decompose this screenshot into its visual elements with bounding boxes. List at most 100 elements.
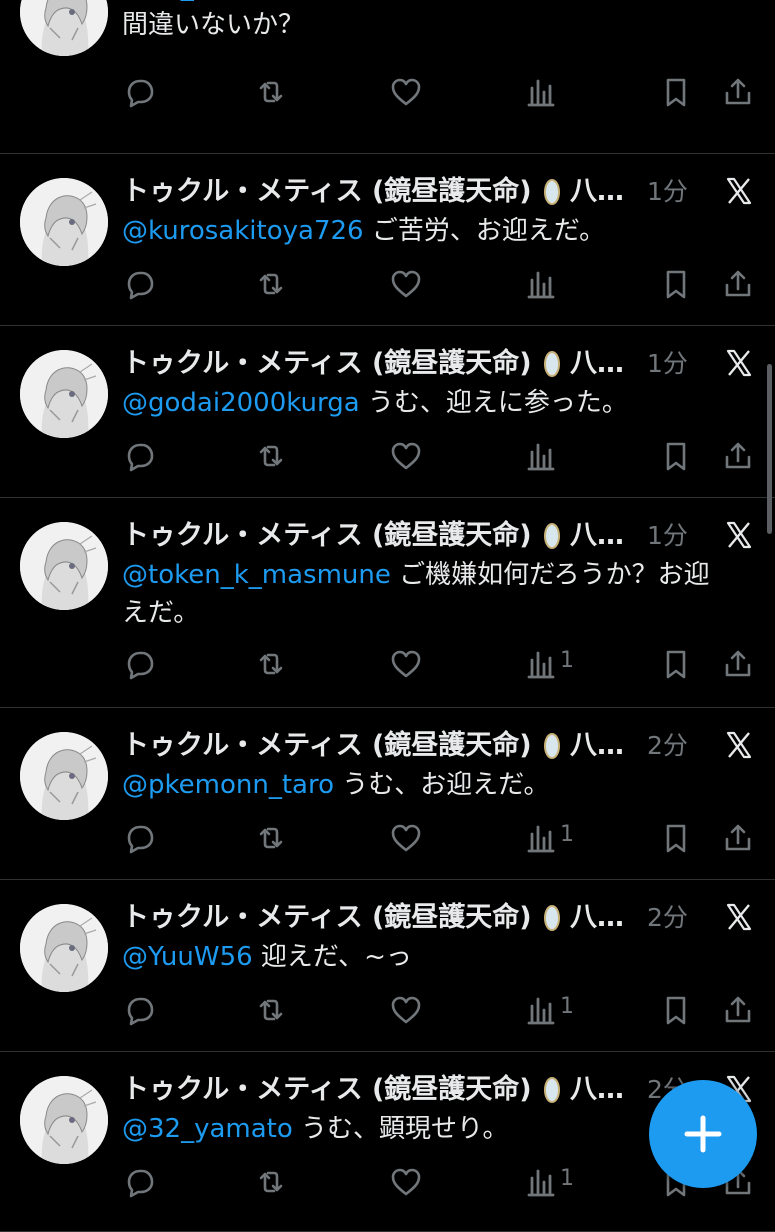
display-name-truncated: 八… xyxy=(570,176,624,207)
mention-link[interactable]: @Ro_en1 xyxy=(122,0,243,2)
display-name[interactable]: トゥクル・メティス (鏡昼護天命) xyxy=(122,518,532,554)
timestamp[interactable]: 2分 xyxy=(647,728,688,764)
avatar[interactable] xyxy=(20,732,108,820)
views-button[interactable]: 1 xyxy=(524,818,574,858)
reply-button[interactable] xyxy=(121,264,155,304)
views-icon xyxy=(527,1169,555,1197)
bookmark-button[interactable] xyxy=(659,644,693,684)
tweet[interactable]: トゥクル・メティス (鏡昼護天命) 八… 1分 @token_k_masmune ご機… xyxy=(0,498,775,708)
reply-button[interactable] xyxy=(121,1162,155,1202)
views-button[interactable]: 1 xyxy=(524,990,574,1030)
retweet-button[interactable] xyxy=(254,1162,288,1202)
timestamp[interactable]: 1分 xyxy=(647,174,688,210)
share-button[interactable] xyxy=(721,818,755,858)
like-button[interactable] xyxy=(389,1162,423,1202)
retweet-button[interactable] xyxy=(254,436,288,476)
views-icon xyxy=(527,651,555,679)
avatar[interactable] xyxy=(20,904,108,992)
display-name[interactable]: トゥクル・メティス (鏡昼護天命) xyxy=(122,728,532,764)
bookmark-button[interactable] xyxy=(659,264,693,304)
tweet[interactable]: トゥクル・メティス (鏡昼護天命) 八… 1分 @godai2000kurga うむ、… xyxy=(0,326,775,498)
avatar[interactable] xyxy=(20,522,108,610)
tweet[interactable]: トゥクル・メティス (鏡昼護天命) 八… 2分 @YuuW56 迎えだ、~っ 1 xyxy=(0,880,775,1052)
like-button[interactable] xyxy=(389,644,423,684)
mention-link[interactable]: @32_yamato xyxy=(122,1114,293,1144)
reply-icon xyxy=(127,651,154,680)
tweet-header: トゥクル・メティス (鏡昼護天命) 八… 1分 xyxy=(122,518,754,554)
like-button[interactable] xyxy=(389,990,423,1030)
reply-icon xyxy=(127,825,154,854)
timestamp[interactable]: 1分 xyxy=(647,518,688,554)
mention-link[interactable]: @YuuW56 xyxy=(122,942,253,972)
x-logo-icon[interactable] xyxy=(724,520,754,550)
tweet-text-line: ご機嫌如何だろうか？お迎 xyxy=(390,560,710,590)
tweet-text: @pkemonn_taro うむ、お迎えだ。 xyxy=(122,766,754,804)
share-button[interactable] xyxy=(721,72,755,112)
avatar[interactable] xyxy=(20,1076,108,1164)
display-name[interactable]: トゥクル・メティス (鏡昼護天命) xyxy=(122,346,532,382)
like-button[interactable] xyxy=(389,436,423,476)
x-logo-icon[interactable] xyxy=(724,348,754,378)
views-button[interactable]: 1 xyxy=(524,1162,574,1202)
tweet[interactable]: トゥクル・メティス (鏡昼護天命) 八… 1分 @kurosakitoya726 ご苦… xyxy=(0,154,775,326)
avatar[interactable] xyxy=(20,350,108,438)
heart-icon xyxy=(391,1168,421,1196)
scrollbar[interactable] xyxy=(767,364,772,534)
display-name[interactable]: トゥクル・メティス (鏡昼護天命) xyxy=(122,174,532,210)
bookmark-button[interactable] xyxy=(659,990,693,1030)
retweet-button[interactable] xyxy=(254,644,288,684)
retweet-button[interactable] xyxy=(254,818,288,858)
views-count: 1 xyxy=(560,648,574,673)
reply-button[interactable] xyxy=(121,72,155,112)
mention-link[interactable]: @pkemonn_taro xyxy=(122,770,334,800)
avatar[interactable] xyxy=(20,178,108,266)
x-logo-icon[interactable] xyxy=(724,730,754,760)
reply-icon xyxy=(127,271,154,300)
tweet-text-line: 迎えだ、~っ xyxy=(252,942,412,972)
views-count: 1 xyxy=(560,1166,574,1191)
mention-link[interactable]: @token_k_masmune xyxy=(122,560,391,590)
tweet-actions: 1 xyxy=(0,818,775,858)
mention-link[interactable]: @godai2000kurga xyxy=(122,388,360,418)
tweet-header: トゥクル・メティス (鏡昼護天命) 八… 1分 xyxy=(122,174,754,210)
tweet[interactable]: トゥクル・メティス (鏡昼護天命) 八… 2分 @pkemonn_taro うむ、お迎… xyxy=(0,708,775,880)
retweet-button[interactable] xyxy=(254,72,288,112)
avatar[interactable] xyxy=(20,0,108,56)
bookmark-button[interactable] xyxy=(659,818,693,858)
x-logo-icon[interactable] xyxy=(724,902,754,932)
compose-button[interactable] xyxy=(649,1080,757,1188)
tweet-text: @YuuW56 迎えだ、~っ xyxy=(122,938,754,976)
tweet[interactable]: @Ro_en1 …ふむ？ イイネを貰い受けたが、此方で間違いないか？ xyxy=(0,0,775,154)
views-button[interactable] xyxy=(524,436,558,476)
share-button[interactable] xyxy=(721,264,755,304)
reply-button[interactable] xyxy=(121,644,155,684)
share-icon xyxy=(725,650,751,677)
display-name[interactable]: トゥクル・メティス (鏡昼護天命) xyxy=(122,1072,532,1108)
display-name-truncated: 八… xyxy=(570,348,624,379)
bookmark-button[interactable] xyxy=(659,436,693,476)
tweet-actions xyxy=(0,72,775,112)
retweet-button[interactable] xyxy=(254,990,288,1030)
bookmark-button[interactable] xyxy=(659,72,693,112)
views-button[interactable] xyxy=(524,72,558,112)
display-name[interactable]: トゥクル・メティス (鏡昼護天命) xyxy=(122,900,532,936)
reply-button[interactable] xyxy=(121,436,155,476)
views-button[interactable]: 1 xyxy=(524,644,574,684)
share-button[interactable] xyxy=(721,436,755,476)
tweet-text-line: うむ、顕現せり。 xyxy=(292,1114,509,1144)
share-button[interactable] xyxy=(721,990,755,1030)
views-count: 1 xyxy=(560,822,574,847)
timestamp[interactable]: 2分 xyxy=(647,900,688,936)
timestamp[interactable]: 1分 xyxy=(647,346,688,382)
reply-button[interactable] xyxy=(121,818,155,858)
like-button[interactable] xyxy=(389,72,423,112)
like-button[interactable] xyxy=(389,264,423,304)
share-button[interactable] xyxy=(721,644,755,684)
reply-button[interactable] xyxy=(121,990,155,1030)
tweet-text-line: ご苦労、お迎えだ。 xyxy=(363,216,606,246)
retweet-button[interactable] xyxy=(254,264,288,304)
views-button[interactable] xyxy=(524,264,558,304)
mention-link[interactable]: @kurosakitoya726 xyxy=(122,216,364,246)
x-logo-icon[interactable] xyxy=(724,176,754,206)
like-button[interactable] xyxy=(389,818,423,858)
